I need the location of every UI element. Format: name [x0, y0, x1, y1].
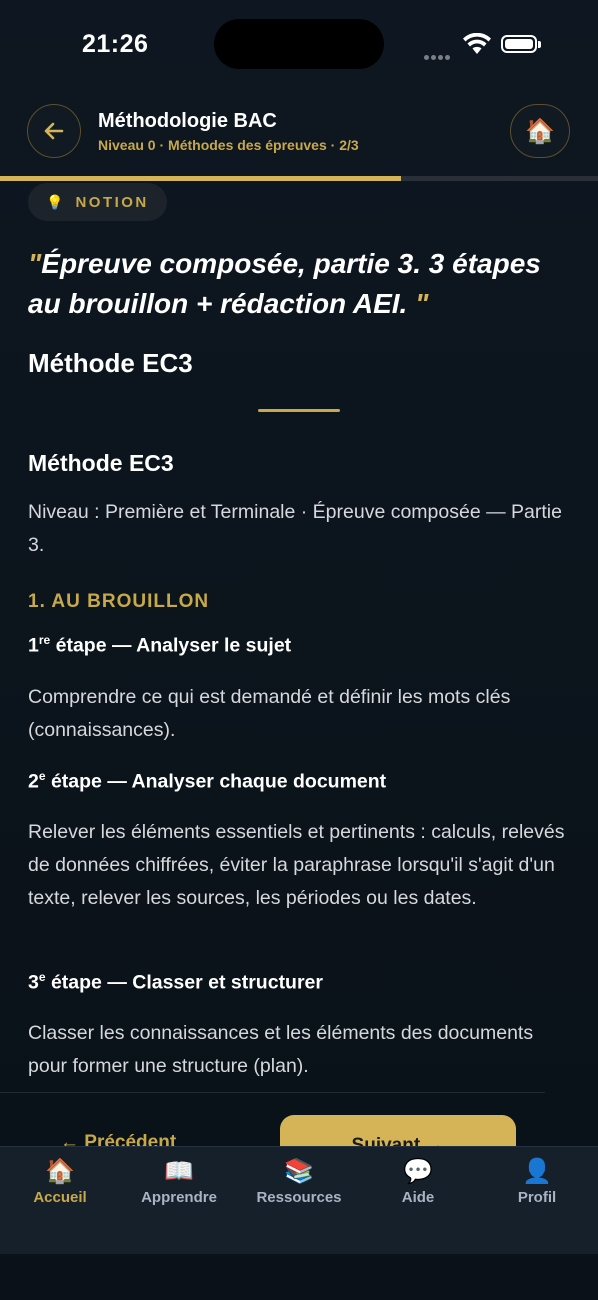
- status-time: 21:26: [82, 30, 149, 58]
- tab-accueil[interactable]: 🏠 Accueil: [0, 1157, 120, 1206]
- tab-aide[interactable]: 💬 Aide: [358, 1157, 478, 1206]
- tab-ressources[interactable]: 📚 Ressources: [239, 1157, 359, 1206]
- lightbulb-icon: 💡: [46, 193, 64, 210]
- house-icon: 🏠: [45, 1158, 75, 1185]
- dynamic-island: [214, 19, 384, 69]
- content-subtitle: Méthode EC3: [28, 450, 174, 476]
- step-1-number: 1: [28, 634, 39, 657]
- tab-label: Accueil: [33, 1189, 87, 1206]
- quote-open-mark: ": [28, 248, 42, 279]
- tab-label: Aide: [401, 1189, 435, 1206]
- user-icon: 👤: [522, 1158, 552, 1185]
- intro-text: Niveau : Première et Terminale · Épreuve…: [28, 501, 562, 556]
- home-indicator-area: [0, 1254, 598, 1300]
- tab-bar: 🏠 Accueil 📖 Apprendre 📚 Ressources 💬 Aid…: [0, 1146, 598, 1255]
- step-1-ordinal: re: [38, 633, 51, 647]
- progress-fill: [0, 176, 401, 181]
- divider: [258, 409, 340, 412]
- quote-text: Épreuve composée, partie 3. 3 étapes au …: [28, 248, 541, 319]
- step-2-text: Relever les éléments essentiels et perti…: [28, 821, 565, 909]
- badge-label: NOTION: [75, 193, 149, 211]
- cellular-signal-icon: [424, 47, 454, 60]
- step-2-title: 2e étape — Analyser chaque document: [28, 769, 386, 794]
- step-1-title: 1re étape — Analyser le sujet: [28, 633, 291, 658]
- content-divider: [0, 1092, 545, 1093]
- tab-profil[interactable]: 👤 Profil: [477, 1157, 597, 1206]
- books-icon: 📚: [284, 1158, 314, 1185]
- arrow-left-icon: [44, 122, 64, 140]
- page-title: Méthodologie BAC: [98, 110, 277, 132]
- home-button[interactable]: 🏠: [510, 104, 570, 158]
- wifi-icon: [463, 33, 491, 54]
- section-heading: 1. AU BROUILLON: [28, 591, 210, 612]
- battery-icon: [501, 35, 541, 53]
- back-button[interactable]: [27, 104, 81, 158]
- speech-bubble-icon: 💬: [403, 1158, 433, 1185]
- tab-apprendre[interactable]: 📖 Apprendre: [119, 1157, 239, 1206]
- tab-label: Profil: [517, 1189, 557, 1206]
- notion-badge: 💡 NOTION: [28, 183, 167, 221]
- step-2-label: étape — Analyser chaque document: [45, 770, 387, 793]
- page-subtitle: Niveau 0 · Méthodes des épreuves · 2/3: [98, 137, 359, 153]
- step-3-label: étape — Classer et structurer: [45, 971, 323, 994]
- status-bar: 21:26: [0, 0, 598, 90]
- quote-close-mark: ": [415, 288, 429, 319]
- header: Méthodologie BAC Niveau 0 · Méthodes des…: [0, 96, 598, 178]
- step-1-label: étape — Analyser le sujet: [50, 634, 292, 657]
- step-3-text: Classer les connaissances et les élément…: [28, 1022, 534, 1077]
- content-title: Méthode EC3: [28, 348, 193, 378]
- step-3-title: 3e étape — Classer et structurer: [28, 970, 323, 995]
- house-icon: 🏠: [525, 117, 555, 145]
- step-3-ordinal: e: [38, 970, 46, 984]
- tab-label: Ressources: [256, 1189, 342, 1206]
- quote: "Épreuve composée, partie 3. 3 étapes au…: [28, 244, 573, 324]
- step-2-ordinal: e: [38, 769, 46, 783]
- screen: 21:26 Méthodologie BAC Niveau 0 · Méthod…: [0, 0, 598, 1300]
- open-book-icon: 📖: [164, 1158, 194, 1185]
- step-1-text: Comprendre ce qui est demandé et définir…: [28, 686, 511, 741]
- step-2-number: 2: [28, 770, 39, 793]
- tab-label: Apprendre: [141, 1189, 217, 1206]
- step-3-number: 3: [28, 971, 39, 994]
